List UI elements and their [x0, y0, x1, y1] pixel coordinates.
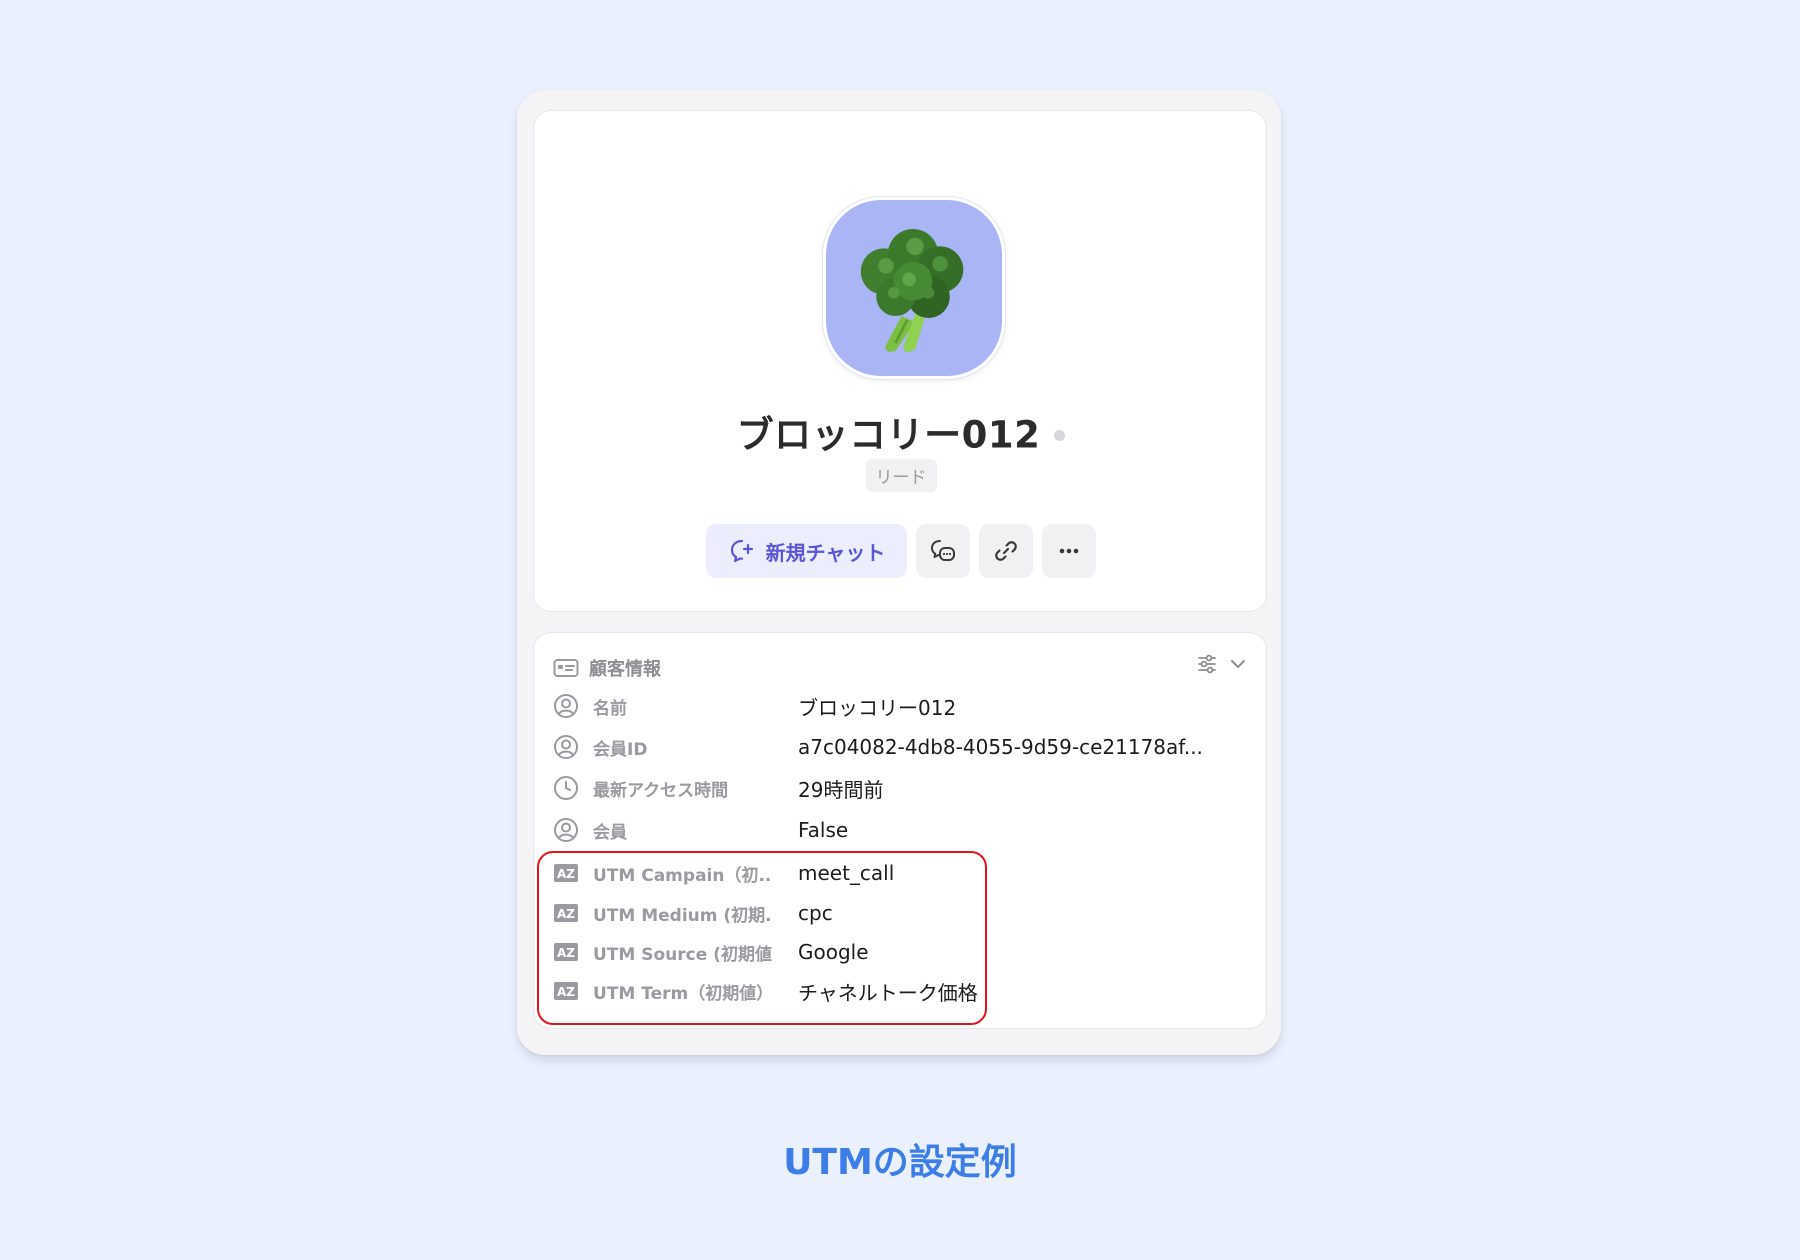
customer-info-tools — [1196, 653, 1248, 675]
user-icon — [553, 734, 579, 760]
more-button[interactable] — [1042, 524, 1096, 578]
broccoli-icon — [860, 229, 964, 352]
stage: ブロッコリー012 リード 新規チャット 顧客情報 名前 ブロッコリー012 会… — [0, 0, 1800, 1260]
customer-info-header[interactable]: 顧客情報 — [553, 655, 661, 681]
field-label: 会員ID — [593, 739, 648, 760]
copy-link-button[interactable] — [979, 524, 1033, 578]
new-chat-label: 新規チャット — [765, 542, 886, 565]
sliders-icon[interactable] — [1196, 653, 1218, 675]
field-row-last-access[interactable]: 最新アクセス時間 29時間前 — [553, 773, 883, 803]
field-row-name[interactable]: 名前 ブロッコリー012 — [553, 691, 956, 721]
chat-plus-icon — [730, 539, 753, 563]
badge-row: リード — [534, 459, 1268, 492]
field-value: ブロッコリー012 — [798, 695, 957, 720]
field-label: 名前 — [593, 698, 627, 719]
field-row-member[interactable]: 会員 False — [553, 815, 848, 845]
field-value: False — [798, 818, 849, 842]
chevron-down-icon[interactable] — [1228, 654, 1248, 674]
customer-info-card: 顧客情報 名前 ブロッコリー012 会員ID a7c04082-4db8-405… — [533, 632, 1267, 1029]
more-horizontal-icon — [1059, 548, 1079, 554]
customer-name: ブロッコリー012 — [736, 413, 1041, 457]
customer-panel: ブロッコリー012 リード 新規チャット 顧客情報 名前 ブロッコリー012 会… — [517, 90, 1281, 1055]
field-label: 最新アクセス時間 — [593, 780, 729, 801]
clock-icon — [553, 775, 579, 801]
user-icon — [553, 693, 579, 719]
action-bar: 新規チャット — [534, 524, 1268, 578]
field-label: 会員 — [593, 822, 627, 843]
chat-history-button[interactable] — [916, 524, 970, 578]
avatar — [823, 197, 1005, 379]
status-dot — [1054, 430, 1066, 441]
id-card-icon — [553, 659, 579, 677]
lead-badge: リード — [865, 459, 937, 492]
link-icon — [995, 541, 1017, 561]
user-icon — [553, 817, 579, 843]
name-row: ブロッコリー012 — [534, 411, 1268, 459]
customer-info-title: 顧客情報 — [589, 659, 661, 680]
utm-highlight-box — [537, 851, 987, 1025]
new-chat-button[interactable]: 新規チャット — [706, 524, 907, 578]
profile-card: ブロッコリー012 リード 新規チャット — [533, 110, 1267, 612]
chat-bubbles-icon — [931, 540, 955, 561]
field-row-member-id[interactable]: 会員ID a7c04082-4db8-4055-9d59-ce21178af..… — [553, 732, 1203, 762]
caption: UTMの設定例 — [783, 1142, 1017, 1183]
field-value: 29時間前 — [798, 777, 884, 802]
field-value: a7c04082-4db8-4055-9d59-ce21178af... — [798, 735, 1203, 759]
